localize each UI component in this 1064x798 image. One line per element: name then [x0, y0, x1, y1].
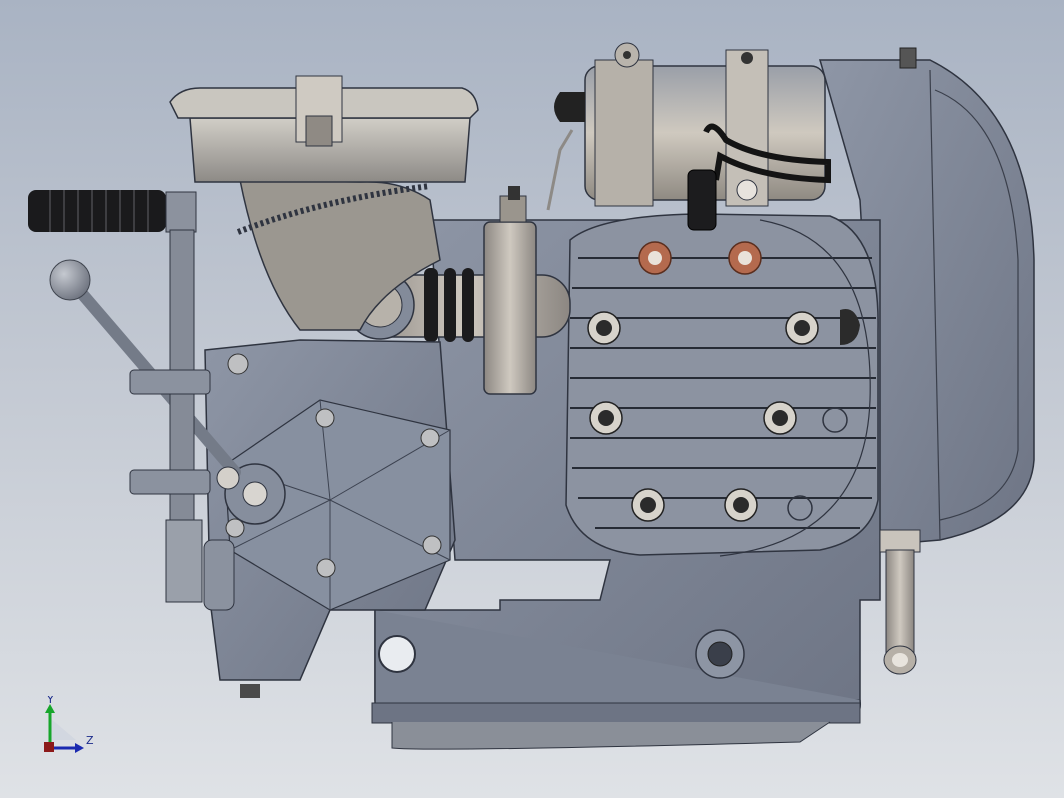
cylinder-head[interactable]: [565, 213, 879, 557]
axis-triad: Y Z: [36, 693, 106, 760]
axis-triad-graphic: Y Z: [44, 693, 94, 753]
engine-model[interactable]: [0, 0, 1064, 798]
graphics-viewport[interactable]: Y Z: [0, 0, 1064, 798]
ignition-coil[interactable]: [546, 42, 831, 231]
rubber-coupler: [424, 268, 474, 342]
z-axis-label: Z: [86, 734, 94, 747]
y-axis-label: Y: [46, 696, 54, 706]
breather-pipe[interactable]: [879, 529, 921, 675]
kickstart-lever[interactable]: [28, 190, 203, 603]
